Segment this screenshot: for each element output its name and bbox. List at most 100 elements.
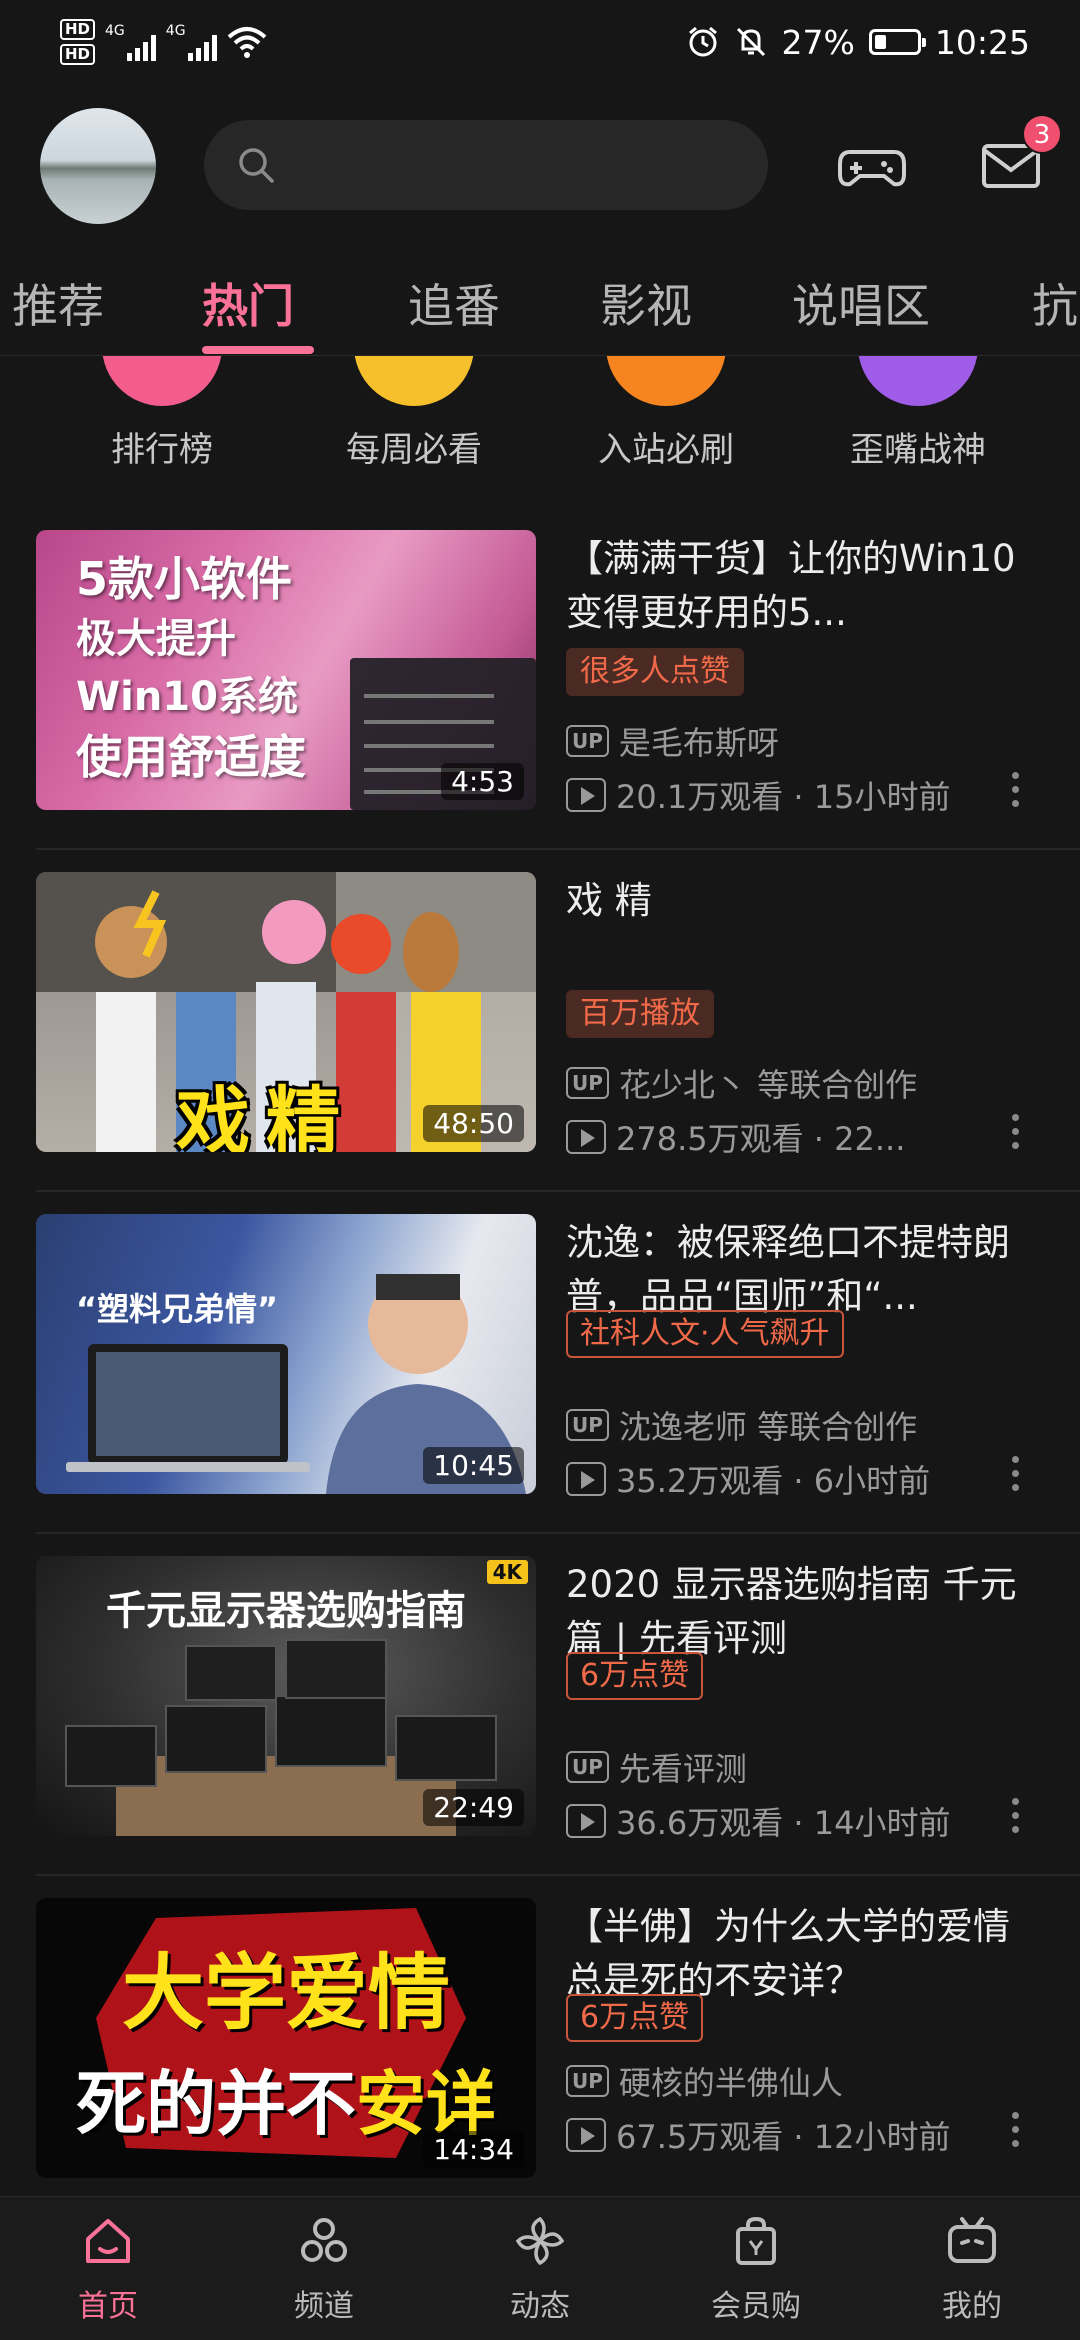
up-icon: UP — [566, 725, 609, 757]
video-card[interactable]: 千元显示器选购指南 4K 22:49 2020 显示器选购指南 千元篇 | 先看… — [0, 1536, 1080, 1876]
video-tag: 很多人点赞 — [566, 648, 744, 696]
tab-recommend[interactable]: 推荐 — [12, 270, 104, 336]
uploader-name[interactable]: 是毛布斯呀 — [619, 718, 779, 764]
video-title[interactable]: 【半佛】为什么大学的爱情总是死的不安详？ — [566, 1900, 1046, 2008]
video-duration: 4:53 — [441, 763, 524, 800]
hd-icon: HD — [60, 19, 96, 40]
video-card[interactable]: 戏精 48:50 戏 精 百万播放 UP 花少北丶 等联合创作 278.5万观看… — [0, 852, 1080, 1192]
video-tag: 百万播放 — [566, 990, 714, 1038]
video-card[interactable]: 大学爱情 死的并不安详 14:34 【半佛】为什么大学的爱情总是死的不安详？ 6… — [0, 1878, 1080, 2218]
thumb-text: “塑料兄弟情” — [76, 1290, 279, 1328]
video-duration: 22:49 — [423, 1789, 524, 1826]
uploader-line: UP 沈逸老师 等联合创作 — [566, 1402, 917, 1448]
video-title[interactable]: 沈逸：被保释绝口不提特朗普，品品“国师”和“... — [566, 1216, 1046, 1324]
bottom-nav: 首页 频道 动态 会员购 我的 — [0, 2196, 1080, 2340]
gamepad-icon[interactable] — [836, 130, 908, 202]
video-tag: 6万点赞 — [566, 1994, 704, 2042]
stats-line: 278.5万观看 · 22... — [566, 1114, 905, 1160]
top-header: 3 — [0, 100, 1080, 230]
weekly-icon — [354, 356, 474, 406]
video-stats: 35.2万观看 · 6小时前 — [616, 1462, 931, 1500]
uploader-line: UP 硬核的半佛仙人 — [566, 2058, 843, 2104]
category-tabs: 推荐 热门 追番 影视 说唱区 抗 — [0, 260, 1080, 356]
shopping-bag-icon — [736, 2216, 776, 2265]
ranking-icon — [102, 356, 222, 406]
entry-ranking[interactable]: 排行榜 — [62, 356, 262, 476]
video-title[interactable]: 【满满干货】让你的Win10变得更好用的5... — [566, 532, 1046, 640]
alarm-icon — [688, 26, 717, 57]
hd-indicators: HD HD — [60, 19, 96, 65]
active-tab-indicator — [202, 346, 314, 354]
quick-entries: 排行榜 每周必看 入站必刷 歪嘴战神 — [0, 356, 1080, 476]
avatar[interactable] — [40, 108, 156, 224]
play-icon — [566, 1462, 606, 1496]
entry-topic[interactable]: 歪嘴战神 — [818, 356, 1018, 476]
thumb-text: Win10系统 — [76, 674, 298, 720]
nav-home[interactable]: 首页 — [0, 2197, 216, 2340]
status-left: HD HD 4G 4G — [60, 12, 267, 72]
thumb-text: 5款小软件 — [76, 552, 293, 606]
entry-must-watch[interactable]: 入站必刷 — [566, 356, 766, 476]
thumb-text: 大学爱情 — [121, 1946, 450, 2041]
nav-shop[interactable]: 会员购 — [648, 2197, 864, 2340]
topic-icon — [858, 356, 978, 406]
tab-film[interactable]: 影视 — [600, 270, 692, 336]
more-icon[interactable] — [1012, 2112, 1020, 2154]
nav-channel[interactable]: 频道 — [216, 2197, 432, 2340]
uploader-name[interactable]: 先看评测 — [619, 1744, 747, 1790]
hd-icon: HD — [60, 44, 96, 65]
video-stats: 20.1万观看 · 15小时前 — [616, 778, 951, 816]
more-icon[interactable] — [1012, 1456, 1020, 1498]
video-thumbnail[interactable]: 戏精 48:50 — [36, 872, 536, 1152]
video-thumbnail[interactable]: 5款小软件 极大提升 Win10系统 使用舒适度 4:53 — [36, 530, 536, 810]
stats-line: 36.6万观看 · 14小时前 — [566, 1798, 951, 1844]
video-title[interactable]: 2020 显示器选购指南 千元篇 | 先看评测 — [566, 1558, 1046, 1666]
video-tag: 社科人文·人气飙升 — [566, 1310, 844, 1358]
tab-partial[interactable]: 抗 — [1032, 270, 1078, 336]
video-thumbnail[interactable]: “塑料兄弟情” 10:45 — [36, 1214, 536, 1494]
wifi-icon — [227, 27, 266, 58]
video-title[interactable]: 戏 精 — [566, 874, 1046, 928]
video-thumbnail[interactable]: 大学爱情 死的并不安详 14:34 — [36, 1898, 536, 2178]
tab-rap[interactable]: 说唱区 — [792, 270, 930, 336]
battery-icon — [868, 29, 926, 55]
status-right: 27% 10:25 — [686, 12, 1030, 72]
entry-weekly[interactable]: 每周必看 — [314, 356, 514, 476]
play-icon — [566, 1804, 606, 1838]
thumb-text: 死的并不 — [76, 2063, 356, 2145]
play-icon — [566, 2118, 606, 2152]
signal-icon: 4G — [105, 23, 156, 61]
tv-icon — [948, 2217, 996, 2263]
video-duration: 14:34 — [423, 2131, 524, 2168]
video-stats: 278.5万观看 · 22... — [616, 1120, 906, 1158]
more-icon[interactable] — [1012, 772, 1020, 814]
uploader-line: UP 先看评测 — [566, 1744, 747, 1790]
stats-line: 35.2万观看 · 6小时前 — [566, 1456, 930, 1502]
video-thumbnail[interactable]: 千元显示器选购指南 4K 22:49 — [36, 1556, 536, 1836]
4k-badge: 4K — [486, 1560, 528, 1584]
nav-dynamic[interactable]: 动态 — [432, 2197, 648, 2340]
thumb-text: 戏精 — [176, 1079, 356, 1152]
mute-icon — [736, 27, 765, 57]
search-input[interactable] — [294, 120, 744, 210]
up-icon: UP — [566, 1409, 609, 1441]
uploader-name[interactable]: 花少北丶 等联合创作 — [619, 1060, 917, 1106]
tab-hot[interactable]: 热门 — [202, 270, 294, 336]
video-duration: 10:45 — [423, 1447, 524, 1484]
play-icon — [566, 1120, 606, 1154]
video-card[interactable]: “塑料兄弟情” 10:45 沈逸：被保释绝口不提特朗普，品品“国师”和“... … — [0, 1194, 1080, 1534]
thumb-text: 使用舒适度 — [76, 730, 306, 784]
video-card[interactable]: 5款小软件 极大提升 Win10系统 使用舒适度 4:53 【满满干货】让你的W… — [0, 510, 1080, 850]
stats-line: 20.1万观看 · 15小时前 — [566, 772, 951, 818]
search-bar[interactable] — [204, 120, 768, 210]
home-icon — [86, 2219, 130, 2263]
more-icon[interactable] — [1012, 1798, 1020, 1840]
tab-anime[interactable]: 追番 — [408, 270, 500, 336]
uploader-name[interactable]: 沈逸老师 等联合创作 — [619, 1402, 917, 1448]
video-stats: 67.5万观看 · 12小时前 — [616, 2118, 951, 2156]
battery-percent: 27% — [781, 22, 855, 62]
more-icon[interactable] — [1012, 1114, 1020, 1156]
video-duration: 48:50 — [423, 1105, 524, 1142]
uploader-name[interactable]: 硬核的半佛仙人 — [619, 2058, 843, 2104]
nav-mine[interactable]: 我的 — [864, 2197, 1080, 2340]
